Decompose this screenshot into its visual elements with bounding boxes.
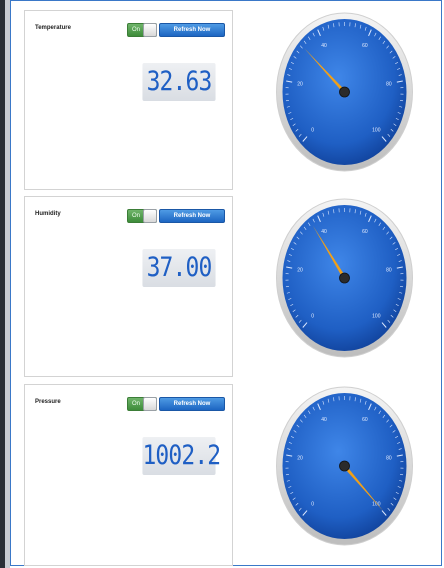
sensor-label: Temperature [35, 25, 71, 31]
gauge-tick-label: 0 [311, 501, 314, 507]
toggle-knob[interactable] [143, 397, 157, 411]
gauge-tick-label: 80 [386, 268, 392, 274]
gauge-tick-label: 60 [362, 43, 368, 49]
humidity-gauge: 0 20 40 60 80 100 [276, 198, 413, 358]
sensor-label: Humidity [35, 211, 61, 217]
gauge-tick-label: 100 [372, 127, 381, 133]
gauge-tick-label: 60 [362, 417, 368, 423]
refresh-now-button[interactable]: Refresh Now [159, 23, 225, 37]
pressure-panel: Pressure On Refresh Now 1002.2 [24, 384, 233, 566]
toggle-on-label: On [132, 27, 141, 33]
gauge-tick-label: 20 [297, 268, 303, 274]
gauge-tick-label: 80 [386, 456, 392, 462]
gauge-tick-label: 100 [372, 313, 381, 319]
humidity-toggle[interactable]: On [127, 209, 157, 223]
gauge-tick-label: 20 [297, 456, 303, 462]
toggle-on-label: On [132, 401, 141, 407]
gauge-hub [339, 460, 350, 472]
sensor-label: Pressure [35, 399, 61, 405]
pressure-toggle[interactable]: On [127, 397, 157, 411]
gauge-tick-label: 40 [321, 229, 327, 235]
gauge-tick-label: 80 [386, 82, 392, 88]
lcd-display: 37.00 [142, 249, 216, 287]
pressure-gauge: 02040 6080100 [276, 386, 413, 546]
lcd-display: 1002.2 [142, 437, 221, 475]
temperature-toggle[interactable]: On [127, 23, 157, 37]
gauge-tick-label: 20 [297, 82, 303, 88]
gauge-tick-label: 40 [321, 417, 327, 423]
gauge-tick-label: 40 [321, 43, 327, 49]
lcd-display: 32.63 [142, 63, 216, 101]
toggle-knob[interactable] [143, 23, 157, 37]
gauge-hub [339, 272, 350, 284]
window-edge [0, 0, 10, 568]
gauge-hub [339, 86, 350, 98]
refresh-now-button[interactable]: Refresh Now [159, 397, 225, 411]
temperature-panel: Temperature On Refresh Now 32.63 [24, 10, 233, 190]
toggle-knob[interactable] [143, 209, 157, 223]
toggle-on-label: On [132, 213, 141, 219]
gauge-tick-label: 60 [362, 229, 368, 235]
humidity-panel: Humidity On Refresh Now 37.00 [24, 196, 233, 377]
gauge-tick-label: 0 [311, 313, 314, 319]
temperature-gauge: 0 20 40 60 80 100 [276, 12, 413, 172]
refresh-now-button[interactable]: Refresh Now [159, 209, 225, 223]
gauge-tick-label: 0 [311, 127, 314, 133]
